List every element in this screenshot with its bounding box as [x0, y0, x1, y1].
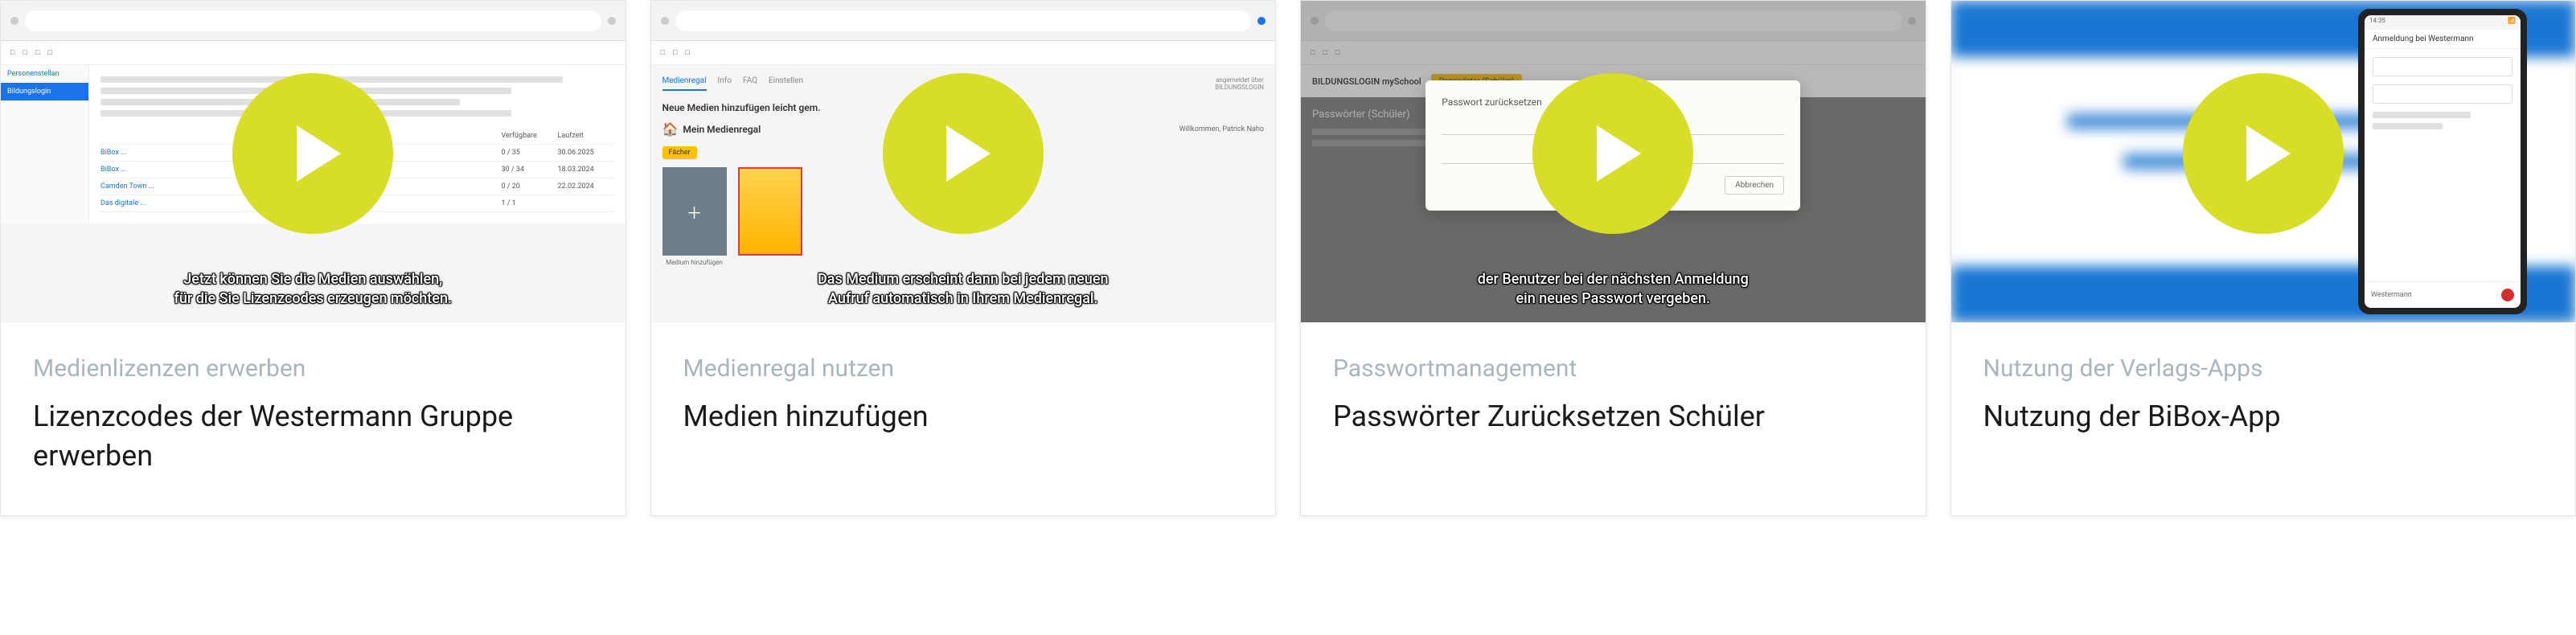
url-bar	[25, 10, 601, 31]
phone-input	[2373, 84, 2512, 104]
shelf-title: Mein Medienregal	[683, 124, 761, 135]
card-title: Passwörter Zurücksetzen Schüler	[1333, 397, 1893, 436]
play-icon	[297, 125, 341, 182]
phone-screen-title: Anmeldung bei Westermann	[2365, 30, 2521, 49]
video-card-passwort[interactable]: □□□ BILDUNGSLOGIN mySchool Passwörter (S…	[1300, 0, 1926, 516]
bookmark-bar: □□□□	[1, 41, 626, 65]
powered-by: angemeldet über BILDUNGSLOGIN	[1215, 76, 1264, 91]
card-thumbnail[interactable]: □□□ BILDUNGSLOGIN mySchool Passwörter (S…	[1301, 1, 1926, 322]
video-caption: der Benutzer bei der nächsten Anmeldung …	[1332, 270, 1894, 308]
phone-statusbar: 14:35 📶	[2365, 15, 2521, 30]
modal-cancel-button: Abbrechen	[1725, 176, 1784, 195]
card-thumbnail[interactable]: □□□ Medienregal Info FAQ Einstellen ange…	[651, 1, 1276, 322]
filter-button: Fächer	[662, 146, 697, 159]
card-title: Lizenzcodes der Westermann Gruppe erwerb…	[33, 397, 593, 475]
card-body: Medienlizenzen erwerben Lizenzcodes der …	[1, 322, 626, 515]
play-button[interactable]	[883, 73, 1044, 234]
card-category: Medienregal nutzen	[683, 354, 1244, 383]
play-button[interactable]	[2183, 73, 2344, 234]
welcome-text: Willkommen, Patrick Naho	[1179, 125, 1264, 133]
add-media-label: Medium hinzufügen	[662, 259, 727, 266]
card-category: Nutzung der Verlags-Apps	[1983, 354, 2544, 383]
play-button[interactable]	[232, 73, 393, 234]
card-body: Nutzung der Verlags-Apps Nutzung der BiB…	[1951, 322, 2576, 515]
video-cards-row: □□□□ Personenstellan Bildungslogin	[0, 0, 2576, 516]
sidebar-item: Personenstellan	[1, 65, 88, 83]
add-media-box: ＋	[662, 167, 727, 256]
card-category: Medienlizenzen erwerben	[33, 354, 593, 383]
home-icon: 🏠	[662, 121, 679, 137]
play-icon	[1597, 125, 1641, 182]
card-body: Medienregal nutzen Medien hinzufügen	[651, 322, 1276, 515]
play-icon	[946, 125, 991, 182]
card-body: Passwortmanagement Passwörter Zurücksetz…	[1301, 322, 1926, 515]
card-category: Passwortmanagement	[1333, 354, 1893, 383]
card-thumbnail[interactable]: 14:35 📶 Anmeldung bei Westermann Westerm…	[1951, 1, 2576, 322]
card-thumbnail[interactable]: □□□□ Personenstellan Bildungslogin	[1, 1, 626, 322]
book-cover	[738, 167, 802, 256]
phone-input	[2373, 57, 2512, 76]
video-card-lizenzcodes[interactable]: □□□□ Personenstellan Bildungslogin	[0, 0, 626, 516]
card-title: Medien hinzufügen	[683, 397, 1244, 436]
browser-chrome	[1, 1, 626, 41]
westermann-logo-icon	[2501, 289, 2514, 301]
play-icon	[2246, 125, 2291, 182]
url-bar	[675, 10, 1252, 31]
card-title: Nutzung der BiBox-App	[1983, 397, 2544, 436]
browser-chrome	[651, 1, 1276, 41]
video-caption: Das Medium erscheint dann bei jedem neue…	[682, 270, 1244, 308]
video-caption: Jetzt können Sie die Medien auswählen, f…	[32, 270, 594, 308]
video-card-bibox[interactable]: 14:35 📶 Anmeldung bei Westermann Westerm…	[1950, 0, 2576, 516]
video-card-medienregal[interactable]: □□□ Medienregal Info FAQ Einstellen ange…	[650, 0, 1277, 516]
thumbnail-tabs: Medienregal Info FAQ Einstellen	[662, 76, 804, 91]
thumbnail-sidebar: Personenstellan Bildungslogin	[1, 65, 89, 223]
bookmark-bar: □□□	[651, 41, 1276, 65]
phone-mockup: 14:35 📶 Anmeldung bei Westermann Westerm…	[2358, 9, 2527, 314]
sidebar-item-active: Bildungslogin	[1, 83, 88, 100]
phone-footer: Westermann	[2365, 281, 2521, 308]
play-button[interactable]	[1532, 73, 1693, 234]
